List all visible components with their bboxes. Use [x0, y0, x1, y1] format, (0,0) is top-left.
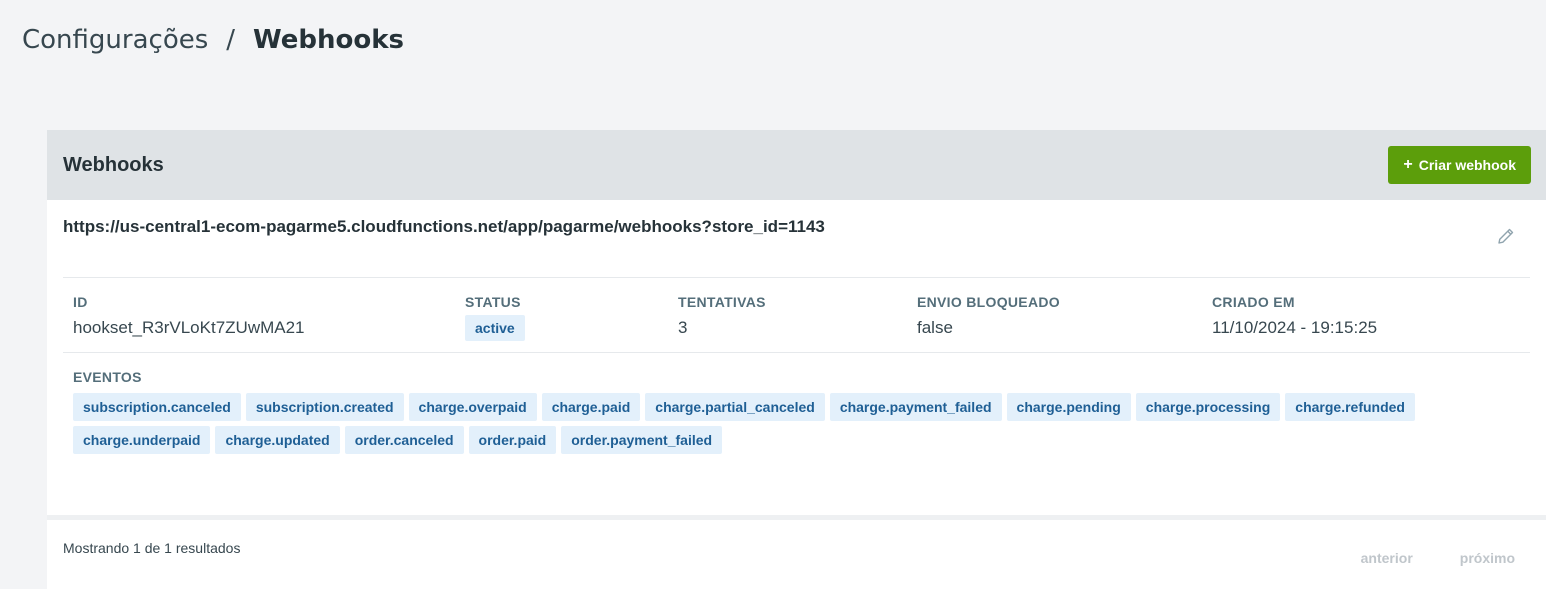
- event-tag: order.canceled: [344, 426, 464, 454]
- blocked-label: ENVIO BLOQUEADO: [917, 294, 1060, 310]
- event-tag: charge.updated: [215, 426, 340, 454]
- breadcrumb-parent[interactable]: Configurações: [22, 22, 208, 58]
- created-value: 11/10/2024 - 19:15:25: [1212, 318, 1378, 337]
- blocked-column: ENVIO BLOQUEADO false: [917, 294, 1060, 338]
- created-label: CRIADO EM: [1212, 294, 1295, 310]
- event-tag: charge.partial_canceled: [645, 393, 825, 421]
- webhook-info-row: ID hookset_R3rVLoKt7ZUwMA21 STATUS activ…: [63, 278, 1530, 353]
- next-page-button[interactable]: próximo: [1460, 550, 1515, 566]
- event-tag: charge.refunded: [1285, 393, 1415, 421]
- pencil-icon[interactable]: [1496, 226, 1516, 246]
- event-tag: charge.underpaid: [73, 426, 211, 454]
- event-tag: charge.paid: [541, 393, 641, 421]
- event-tag: subscription.canceled: [73, 393, 241, 421]
- attempts-label: TENTATIVAS: [678, 294, 766, 310]
- attempts-column: TENTATIVAS 3: [678, 294, 766, 338]
- event-tag: charge.payment_failed: [829, 393, 1002, 421]
- id-column: ID hookset_R3rVLoKt7ZUwMA21: [73, 294, 305, 338]
- create-webhook-button[interactable]: + Criar webhook: [1388, 146, 1531, 184]
- plus-icon: +: [1403, 156, 1413, 173]
- status-badge: active: [465, 315, 525, 341]
- events-list: subscription.canceled subscription.creat…: [73, 393, 1423, 459]
- page-title: Webhooks: [253, 25, 405, 55]
- webhook-url-row: https://us-central1-ecom-pagarme5.cloudf…: [63, 200, 1530, 278]
- event-tag: charge.overpaid: [408, 393, 537, 421]
- event-tag: charge.processing: [1135, 393, 1281, 421]
- footer-divider: [47, 515, 1546, 520]
- card-title: Webhooks: [63, 153, 164, 176]
- webhook-url: https://us-central1-ecom-pagarme5.cloudf…: [63, 217, 825, 236]
- event-tag: order.paid: [468, 426, 557, 454]
- pagination: anterior próximo: [1361, 550, 1515, 566]
- event-tag: subscription.created: [245, 393, 404, 421]
- created-column: CRIADO EM 11/10/2024 - 19:15:25: [1212, 294, 1377, 338]
- event-tag: order.payment_failed: [561, 426, 723, 454]
- id-value: hookset_R3rVLoKt7ZUwMA21: [73, 318, 305, 337]
- card-header: Webhooks + Criar webhook: [47, 130, 1546, 200]
- status-label: STATUS: [465, 294, 521, 310]
- events-section: EVENTOS subscription.canceled subscripti…: [63, 353, 1530, 459]
- event-tag: charge.pending: [1006, 393, 1131, 421]
- breadcrumb: Configurações / Webhooks: [22, 22, 404, 58]
- previous-page-button[interactable]: anterior: [1361, 550, 1413, 566]
- events-label: EVENTOS: [73, 369, 142, 385]
- webhooks-card: Webhooks + Criar webhook https://us-cent…: [47, 130, 1546, 589]
- blocked-value: false: [917, 318, 953, 337]
- id-label: ID: [73, 294, 88, 310]
- status-column: STATUS active: [465, 294, 525, 341]
- create-webhook-label: Criar webhook: [1418, 157, 1516, 173]
- results-count: Mostrando 1 de 1 resultados: [63, 540, 241, 556]
- breadcrumb-separator: /: [226, 25, 236, 55]
- attempts-value: 3: [678, 318, 688, 337]
